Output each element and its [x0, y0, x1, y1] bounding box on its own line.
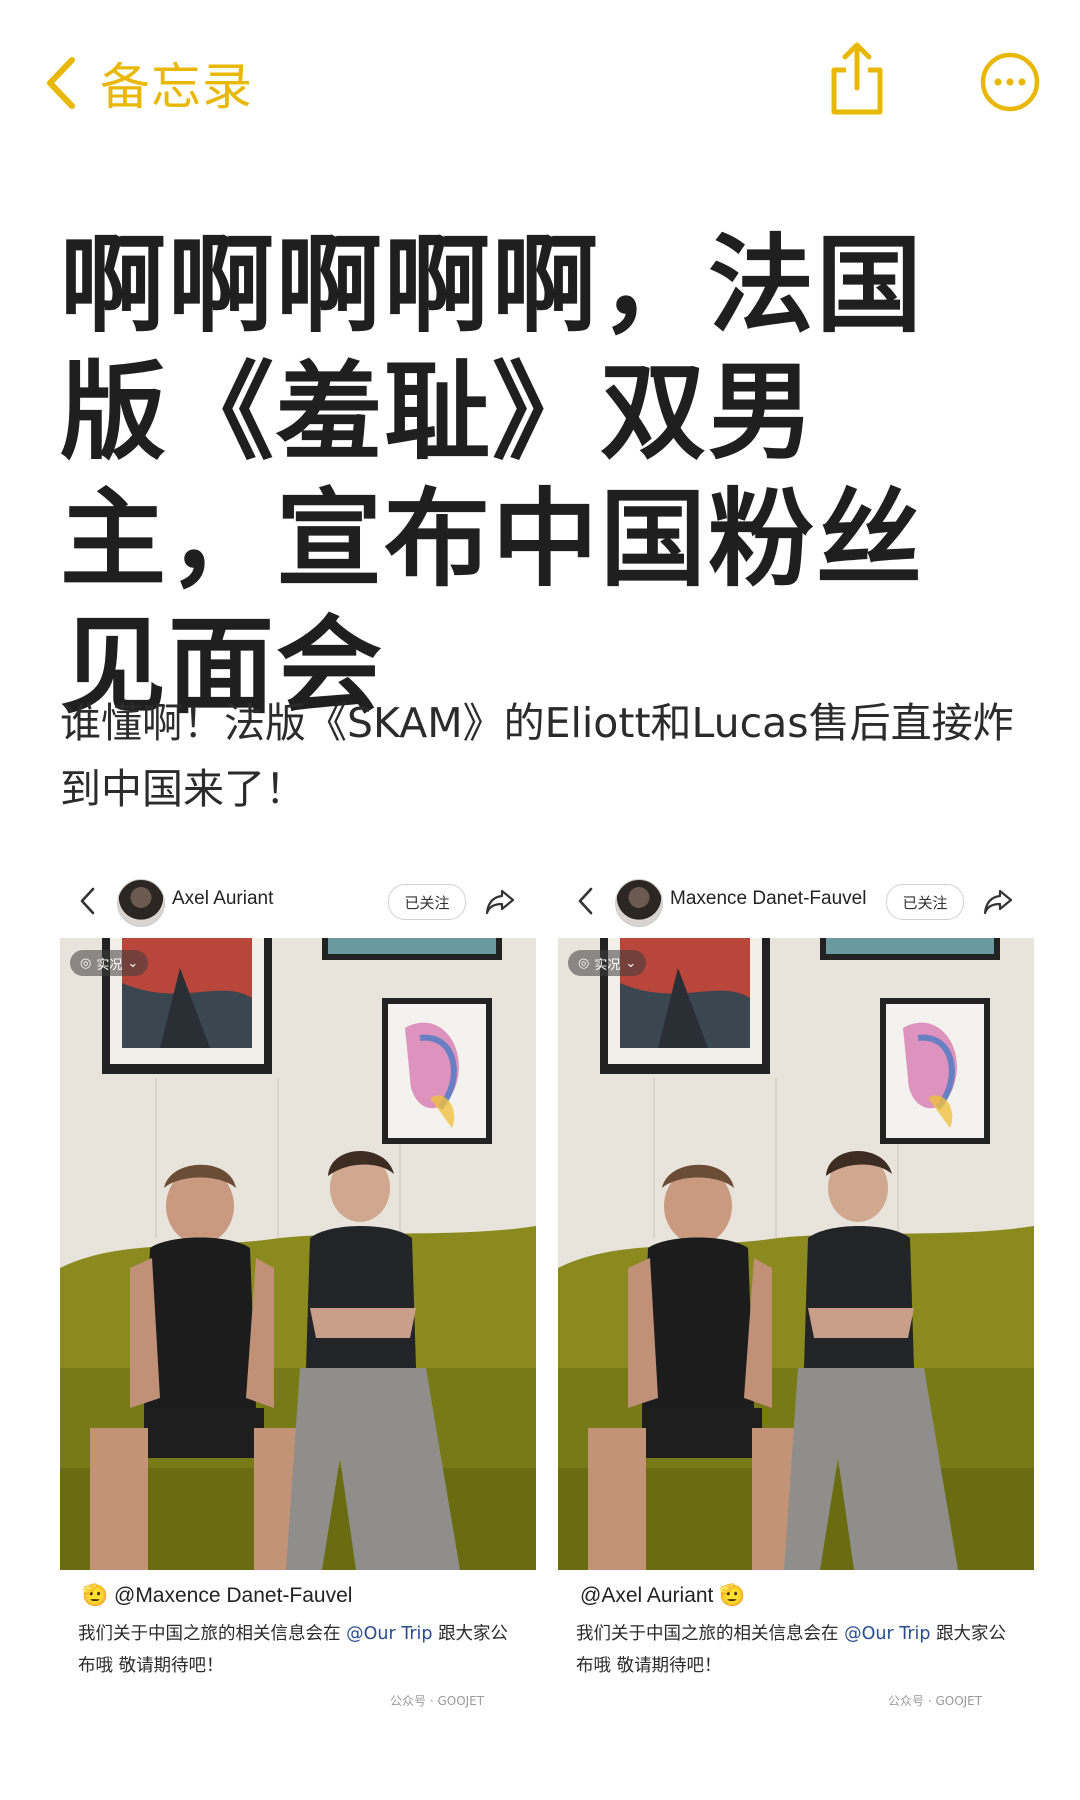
post-card: Axel Auriant 已关注 ◎ 实况 ⌄ 🫡 @Maxence Danet…: [60, 868, 544, 1728]
forward-icon[interactable]: [982, 886, 1014, 916]
caption-mention: @Axel Auriant 🫡: [580, 1584, 745, 1608]
caption-text: 我们关于中国之旅的相关信息会在 @Our Trip 跟大家公布哦 敬请期待吧！: [78, 1618, 518, 1682]
avatar[interactable]: [615, 879, 663, 927]
post-header: Maxence Danet-Fauvel 已关注: [558, 868, 1042, 934]
live-icon: ◎: [578, 955, 590, 971]
back-button[interactable]: 备忘录: [44, 48, 253, 118]
chevron-left-icon: [47, 57, 75, 109]
share-button[interactable]: [826, 40, 888, 116]
post-card: Maxence Danet-Fauvel 已关注 ◎ 实况 ⌄ @Axel Au…: [558, 868, 1042, 1728]
back-label: 备忘录: [100, 58, 253, 116]
more-button[interactable]: [980, 52, 1040, 112]
salute-emoji: 🫡: [719, 1584, 746, 1607]
post-photo[interactable]: ◎ 实况 ⌄: [60, 938, 536, 1570]
chevron-down-icon: ⌄: [625, 955, 637, 971]
live-label: 实况: [96, 957, 123, 973]
caption-mention: 🫡 @Maxence Danet-Fauvel: [82, 1584, 352, 1608]
mention-link[interactable]: @Axel Auriant: [580, 1584, 713, 1607]
live-photo-badge[interactable]: ◎ 实况 ⌄: [568, 950, 647, 976]
caption-text: 我们关于中国之旅的相关信息会在 @Our Trip 跟大家公布哦 敬请期待吧！: [576, 1618, 1016, 1682]
chevron-left-icon[interactable]: [78, 886, 98, 916]
note-subtitle: 谁懂啊！法版《SKAM》的Eliott和Lucas售后直接炸到中国来了！: [60, 699, 1014, 813]
forward-icon[interactable]: [484, 886, 516, 916]
chevron-left-icon[interactable]: [576, 886, 596, 916]
watermark: 公众号 · GOOJET: [888, 1694, 983, 1708]
caption-text-start: 我们关于中国之旅的相关信息会在: [78, 1624, 341, 1644]
live-icon: ◎: [80, 955, 92, 971]
author-name[interactable]: Axel Auriant: [172, 888, 273, 910]
watermark: 公众号 · GOOJET: [390, 1694, 485, 1708]
chevron-down-icon: ⌄: [127, 955, 139, 971]
mention-link[interactable]: @Maxence Danet-Fauvel: [114, 1584, 352, 1607]
our-trip-link[interactable]: @Our Trip: [844, 1624, 930, 1644]
salute-emoji: 🫡: [82, 1584, 109, 1607]
avatar[interactable]: [117, 879, 165, 927]
live-photo-badge[interactable]: ◎ 实况 ⌄: [70, 950, 149, 976]
post-header: Axel Auriant 已关注: [60, 868, 544, 934]
post-photo[interactable]: ◎ 实况 ⌄: [558, 938, 1034, 1570]
caption-text-start: 我们关于中国之旅的相关信息会在: [576, 1624, 839, 1644]
photo-scene: [60, 938, 536, 1570]
share-icon: [831, 42, 883, 115]
author-name[interactable]: Maxence Danet-Fauvel: [670, 888, 866, 910]
follow-button[interactable]: 已关注: [886, 884, 964, 920]
photo-scene: [558, 938, 1034, 1570]
follow-button[interactable]: 已关注: [388, 884, 466, 920]
nav-bar: 备忘录: [0, 0, 1080, 170]
note-title: 啊啊啊啊啊，法国版《羞耻》双男主，宣布中国粉丝见面会: [60, 224, 924, 728]
live-label: 实况: [594, 957, 621, 973]
our-trip-link[interactable]: @Our Trip: [346, 1624, 432, 1644]
more-circle-icon: [980, 52, 1040, 112]
